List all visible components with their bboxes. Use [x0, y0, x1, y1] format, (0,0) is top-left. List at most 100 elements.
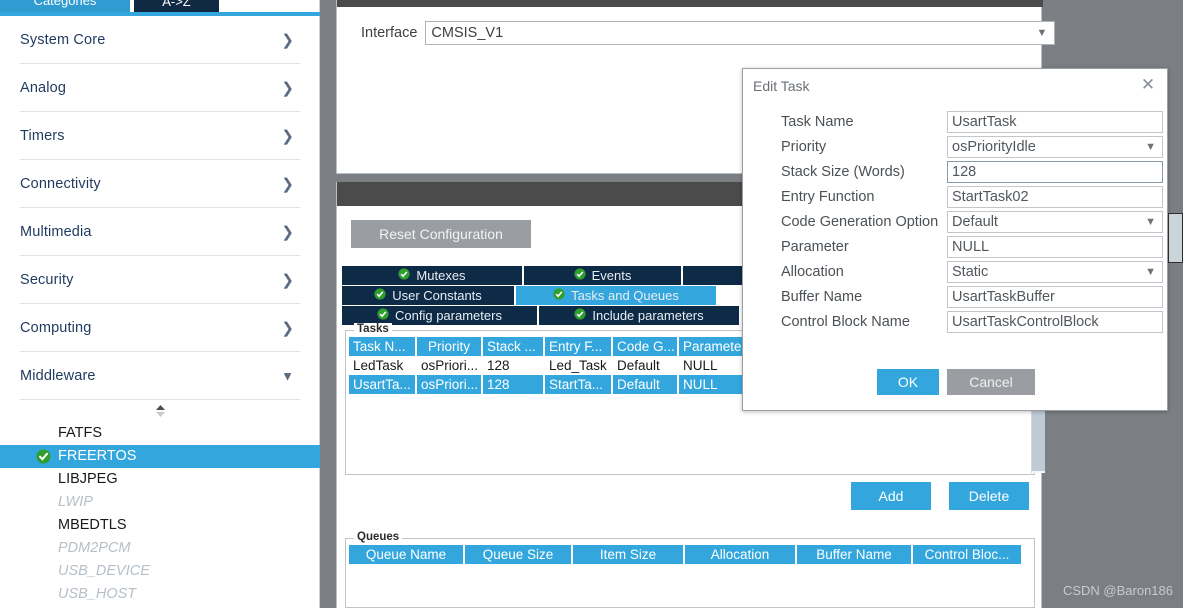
category-label: Timers	[20, 128, 65, 144]
cell-task-name: UsartTa...	[349, 375, 417, 394]
sidebar-item-analog[interactable]: Analog ❯	[0, 64, 320, 112]
column-header-control-block[interactable]: Control Bloc...	[913, 545, 1023, 564]
sidebar-item-timers[interactable]: Timers ❯	[0, 112, 320, 160]
tab-label: Events	[591, 268, 632, 283]
list-item-fatfs[interactable]: FATFS	[0, 422, 320, 445]
column-header-queue-size[interactable]: Queue Size	[465, 545, 573, 564]
add-task-button[interactable]: Add	[851, 482, 931, 510]
field-row-parameter: Parameter NULL	[743, 236, 1169, 258]
list-item-pdm2pcm[interactable]: PDM2PCM	[0, 537, 320, 560]
category-label: Computing	[20, 320, 92, 336]
reset-configuration-button[interactable]: Reset Configuration	[351, 220, 531, 248]
middleware-label: LWIP	[58, 494, 93, 510]
queues-group-title: Queues	[354, 531, 403, 543]
field-value: UsartTask	[952, 114, 1017, 130]
column-header-priority[interactable]: Priority	[417, 337, 483, 356]
middleware-label: USB_DEVICE	[58, 563, 150, 579]
interface-value: CMSIS_V1	[431, 25, 504, 41]
entry-function-input[interactable]: StartTask02	[947, 186, 1163, 208]
field-value: Default	[952, 214, 998, 230]
tab-a-to-z[interactable]: A->Z	[134, 0, 219, 12]
cell-code-generation: Default	[613, 356, 679, 375]
stack-size-input[interactable]: 128	[947, 161, 1163, 183]
column-header-code-generation[interactable]: Code G...	[613, 337, 679, 356]
chevron-down-icon: ▼	[281, 368, 294, 384]
tab-categories[interactable]: Categories	[0, 0, 130, 12]
chevron-right-icon: ❯	[281, 176, 294, 193]
list-item-usb-host[interactable]: USB_HOST	[0, 583, 320, 606]
sidebar-item-multimedia[interactable]: Multimedia ❯	[0, 208, 320, 256]
field-row-control-block-name: Control Block Name UsartTaskControlBlock	[743, 311, 1169, 333]
interface-row: Interface CMSIS_V1 ▼	[361, 21, 1056, 45]
field-label: Entry Function	[781, 189, 875, 205]
allocation-select[interactable]: Static ▼	[947, 261, 1163, 283]
sidebar-item-system-core[interactable]: System Core ❯	[0, 16, 320, 64]
chevron-down-icon: ▼	[1145, 141, 1156, 153]
interface-label: Interface	[361, 25, 418, 41]
field-value: Static	[952, 264, 989, 280]
field-value: UsartTaskBuffer	[952, 289, 1055, 305]
column-header-allocation[interactable]: Allocation	[685, 545, 797, 564]
sort-updown-icon[interactable]	[0, 400, 320, 422]
tab-events[interactable]: Events	[524, 266, 681, 285]
column-header-stack-size[interactable]: Stack ...	[483, 337, 545, 356]
window-scrollbar-thumb[interactable]	[1168, 213, 1183, 263]
middleware-label: USB_HOST	[58, 586, 137, 602]
ok-button[interactable]: OK	[877, 369, 939, 395]
middleware-sublist-container: FATFS FREERTOS LIBJPEG LWIP MBEDTLS PDM2…	[0, 400, 320, 608]
category-label: Connectivity	[20, 176, 101, 192]
delete-task-button[interactable]: Delete	[949, 482, 1029, 510]
tab-include-parameters[interactable]: Include parameters	[539, 306, 739, 325]
check-circle-icon	[377, 308, 389, 323]
column-header-queue-name[interactable]: Queue Name	[349, 545, 465, 564]
list-item-freertos[interactable]: FREERTOS	[0, 445, 320, 468]
priority-select[interactable]: osPriorityIdle ▼	[947, 136, 1163, 158]
task-name-input[interactable]: UsartTask	[947, 111, 1163, 133]
close-icon[interactable]: ✕	[1137, 74, 1159, 96]
sidebar-item-security[interactable]: Security ❯	[0, 256, 320, 304]
code-generation-option-select[interactable]: Default ▼	[947, 211, 1163, 233]
categories-sidebar: Categories A->Z System Core ❯ Analog ❯ T…	[0, 0, 320, 608]
sidebar-item-middleware[interactable]: Middleware ▼	[0, 352, 320, 400]
sidebar-item-computing[interactable]: Computing ❯	[0, 304, 320, 352]
column-header-buffer-name[interactable]: Buffer Name	[797, 545, 913, 564]
cancel-button[interactable]: Cancel	[947, 369, 1035, 395]
category-label: Middleware	[20, 368, 96, 384]
field-value: UsartTaskControlBlock	[952, 314, 1099, 330]
check-circle-icon	[398, 268, 411, 283]
field-row-priority: Priority osPriorityIdle ▼	[743, 136, 1169, 158]
field-label: Stack Size (Words)	[781, 164, 905, 180]
check-circle-icon	[574, 268, 586, 283]
list-item-usb-device[interactable]: USB_DEVICE	[0, 560, 320, 583]
cell-stack-size: 128	[483, 356, 545, 375]
table-header-row: Queue Name Queue Size Item Size Allocati…	[349, 545, 1023, 564]
cell-stack-size: 128	[483, 375, 545, 394]
sidebar-item-connectivity[interactable]: Connectivity ❯	[0, 160, 320, 208]
chevron-down-icon: ▼	[1145, 216, 1156, 228]
column-header-entry-function[interactable]: Entry F...	[545, 337, 613, 356]
control-block-name-input[interactable]: UsartTaskControlBlock	[947, 311, 1163, 333]
queues-table: Queue Name Queue Size Item Size Allocati…	[349, 545, 1023, 564]
check-circle-icon	[553, 288, 565, 303]
tab-user-constants[interactable]: User Constants	[342, 286, 514, 305]
edit-task-dialog: Edit Task ✕ Task Name UsartTask Priority…	[742, 68, 1168, 411]
category-label: System Core	[20, 32, 106, 48]
tab-label: Mutexes	[416, 268, 466, 283]
list-item-libjpeg[interactable]: LIBJPEG	[0, 468, 320, 491]
dialog-buttons: OK Cancel	[743, 369, 1169, 395]
list-item-mbedtls[interactable]: MBEDTLS	[0, 514, 320, 537]
field-value: osPriorityIdle	[952, 139, 1036, 155]
column-header-item-size[interactable]: Item Size	[573, 545, 685, 564]
interface-select[interactable]: CMSIS_V1 ▼	[425, 21, 1056, 45]
column-header-task-name[interactable]: Task N...	[349, 337, 417, 356]
buffer-name-input[interactable]: UsartTaskBuffer	[947, 286, 1163, 308]
field-row-entry-function: Entry Function StartTask02	[743, 186, 1169, 208]
chevron-right-icon: ❯	[281, 128, 294, 145]
list-item-lwip[interactable]: LWIP	[0, 491, 320, 514]
tab-tasks-and-queues[interactable]: Tasks and Queues	[516, 286, 716, 305]
category-list: System Core ❯ Analog ❯ Timers ❯ Connecti…	[0, 16, 320, 608]
tab-label: Config parameters	[395, 308, 502, 323]
parameter-input[interactable]: NULL	[947, 236, 1163, 258]
tasks-actions: Add Delete	[851, 482, 1029, 510]
tab-mutexes[interactable]: Mutexes	[342, 266, 522, 285]
